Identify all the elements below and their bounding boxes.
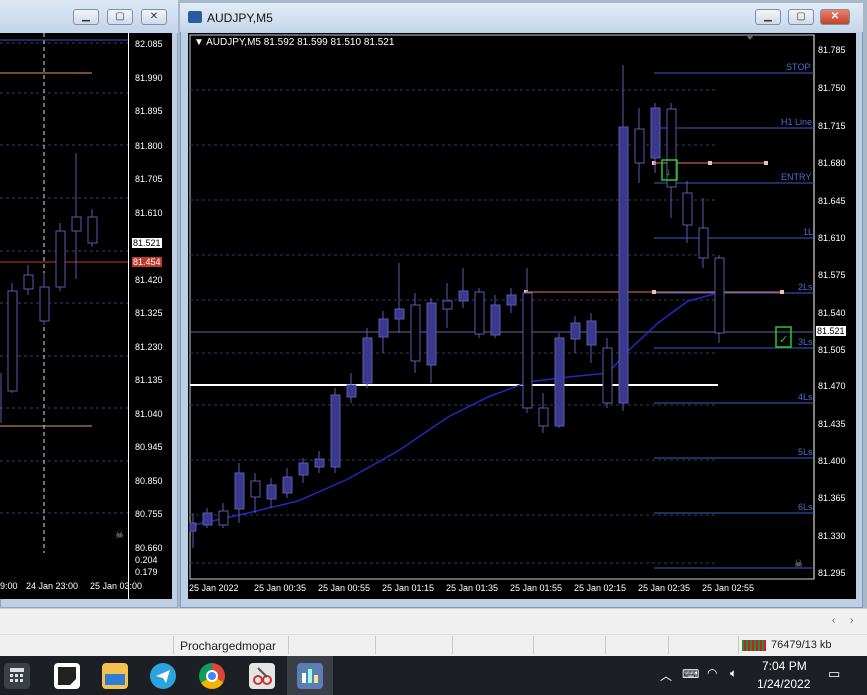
current-price-label: 81.521 — [816, 326, 846, 336]
main-chart-svg: ↓ ✓ ☠ — [189, 34, 815, 580]
level-label-3ls: 3Ls — [798, 337, 813, 347]
level-label-h1: H1 Line — [781, 117, 813, 127]
indicator-label: 0.179 — [135, 567, 158, 577]
time-label: 25 Jan 01:35 — [446, 583, 499, 593]
price-label: 81.575 — [818, 270, 846, 280]
file-explorer-icon[interactable] — [102, 663, 128, 689]
indicator-label: 0.204 — [135, 555, 158, 565]
metatrader-icon[interactable] — [297, 663, 323, 689]
time-axis: 25 Jan 2022 25 Jan 00:35 25 Jan 00:55 25… — [188, 583, 814, 597]
notifications-icon[interactable]: ▭ — [828, 666, 840, 682]
level-label-entry: ENTRY — [781, 172, 812, 182]
left-time-axis: 9:00 24 Jan 23:00 25 Jan 03:00 — [0, 581, 171, 595]
price-label: 81.295 — [818, 568, 846, 578]
wifi-icon[interactable]: ◠ — [707, 666, 717, 680]
chrome-icon[interactable] — [199, 663, 225, 689]
scroll-right-icon[interactable]: › — [850, 615, 853, 626]
time-label: 25 Jan 00:55 — [318, 583, 371, 593]
price-label: 80.660 — [135, 543, 163, 553]
snipping-tool-icon[interactable] — [249, 663, 275, 689]
level-label-stop: STOP — [786, 62, 811, 72]
minimize-button[interactable]: ▁ — [755, 9, 781, 25]
price-label: 81.365 — [818, 493, 846, 503]
scroll-strip[interactable]: ‹ › — [0, 608, 867, 635]
traffic-status: 76479/13 kb — [771, 639, 832, 651]
price-label: 80.945 — [135, 442, 163, 452]
time-label: 25 Jan 01:55 — [510, 583, 563, 593]
price-label: 81.800 — [135, 141, 163, 151]
scroll-left-icon[interactable]: ‹ — [832, 615, 835, 626]
telegram-icon[interactable] — [150, 663, 176, 689]
profile-name[interactable]: Prochargedmopar — [180, 639, 276, 653]
level-label-2ls: 2Ls — [798, 282, 813, 292]
window-title: AUDJPY,M5 — [207, 11, 273, 25]
level-label-5ls: 5Ls — [798, 447, 813, 457]
price-label: 81.470 — [818, 381, 846, 391]
minimize-button[interactable]: ▁ — [73, 9, 99, 25]
time-label: 25 Jan 01:15 — [382, 583, 435, 593]
time-label: 25 Jan 00:35 — [254, 583, 307, 593]
time-label: 25 Jan 02:15 — [574, 583, 627, 593]
price-label: 81.680 — [818, 158, 846, 168]
left-price-labels: 82.085 81.990 81.895 81.800 81.705 81.61… — [132, 33, 171, 593]
time-label: 25 Jan 03:00 — [90, 581, 143, 591]
left-window-titlebar[interactable]: ▁ ▢ ✕ — [0, 0, 178, 33]
keyboard-icon[interactable]: ⌨ — [682, 667, 699, 681]
price-label: 82.085 — [135, 39, 163, 49]
right-window-titlebar[interactable]: AUDJPY,M5 ▁ ▢ ✕ — [180, 3, 863, 32]
price-label: 81.330 — [818, 531, 846, 541]
clock-date[interactable]: 1/24/2022 — [757, 677, 810, 691]
level-label-4ls: 4Ls — [798, 392, 813, 402]
time-label: 9:00 — [0, 581, 18, 591]
price-label: 81.750 — [818, 83, 846, 93]
price-label: 81.540 — [818, 308, 846, 318]
price-label: 81.645 — [818, 196, 846, 206]
price-label: 81.400 — [818, 456, 846, 466]
price-label: 81.990 — [135, 73, 163, 83]
price-label: 81.505 — [818, 345, 846, 355]
price-label: 81.610 — [818, 233, 846, 243]
level-label-1l: 1L — [803, 227, 814, 237]
main-chart-area[interactable]: ↓ ✓ ☠ ▼ AUDJPY,M5 81.592 81.599 81.510 8… — [188, 33, 856, 599]
price-label: 81.785 — [818, 45, 846, 55]
svg-text:↓: ↓ — [666, 167, 671, 178]
svg-text:☠: ☠ — [115, 530, 124, 541]
svg-text:✓: ✓ — [779, 334, 788, 346]
svg-text:☠: ☠ — [794, 559, 803, 570]
chart-header: ▼ AUDJPY,M5 81.592 81.599 81.510 81.521 — [194, 37, 395, 48]
price-label: 80.850 — [135, 476, 163, 486]
line-price-label: 81.454 — [132, 257, 162, 267]
price-label: 81.420 — [135, 275, 163, 285]
chevron-up-icon[interactable]: ︿ — [660, 667, 672, 684]
maximize-button[interactable]: ▢ — [107, 9, 133, 25]
price-label: 81.705 — [135, 174, 163, 184]
time-label: 25 Jan 02:55 — [702, 583, 755, 593]
price-label: 81.715 — [818, 121, 846, 131]
price-label: 81.435 — [818, 419, 846, 429]
price-label: 81.610 — [135, 208, 163, 218]
status-bar: Prochargedmopar 76479/13 kb — [0, 634, 867, 657]
price-label: 80.755 — [135, 509, 163, 519]
volume-icon[interactable]: 🔈︎ — [730, 666, 737, 681]
connection-bars-icon — [742, 640, 766, 651]
sticky-notes-icon[interactable] — [54, 663, 80, 689]
clock-time[interactable]: 7:04 PM — [762, 659, 807, 673]
close-button[interactable]: ✕ — [141, 9, 167, 25]
time-label: 24 Jan 23:00 — [26, 581, 79, 591]
chart-window-icon — [188, 11, 202, 23]
level-label-6ls: 6Ls — [798, 502, 813, 512]
current-price-label: 81.521 — [132, 238, 162, 248]
price-label: 81.895 — [135, 106, 163, 116]
close-button[interactable]: ✕ — [820, 9, 850, 25]
maximize-button[interactable]: ▢ — [788, 9, 814, 25]
price-label: 81.325 — [135, 308, 163, 318]
calculator-icon[interactable] — [4, 663, 30, 689]
price-label: 81.135 — [135, 375, 163, 385]
time-label: 25 Jan 2022 — [189, 583, 239, 593]
price-label: 81.040 — [135, 409, 163, 419]
price-axis: 81.785 81.750 81.715 81.680 81.645 81.61… — [816, 33, 856, 579]
price-label: 81.230 — [135, 342, 163, 352]
time-label: 25 Jan 02:35 — [638, 583, 691, 593]
